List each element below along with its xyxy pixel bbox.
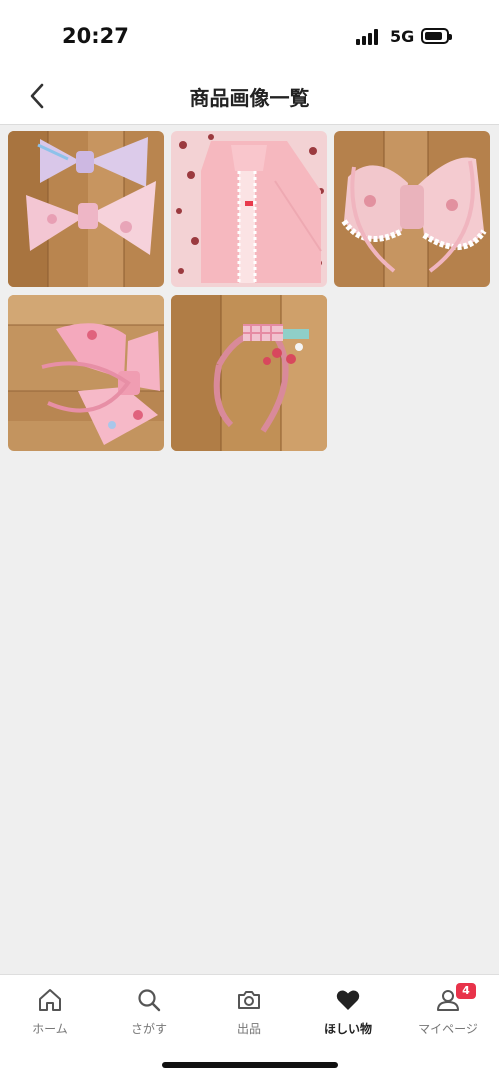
network-type: 5G	[390, 27, 415, 46]
tab-home-label: ホーム	[32, 1022, 68, 1036]
tab-search-label: さがす	[130, 1022, 167, 1036]
heart-icon	[336, 990, 360, 1010]
product-image-1[interactable]	[8, 131, 164, 287]
tab-wishlist-label: ほしい物	[323, 1022, 372, 1036]
status-bar: 20:27 5G	[0, 0, 499, 68]
camera-icon	[238, 991, 260, 1009]
product-image-5[interactable]	[171, 295, 327, 451]
tab-search[interactable]: さがす	[99, 975, 199, 1039]
tab-wishlist[interactable]: ほしい物	[298, 975, 398, 1039]
tab-mypage[interactable]: 4 マイページ	[398, 975, 498, 1039]
home-icon	[39, 989, 61, 1011]
product-image-2[interactable]	[171, 131, 327, 287]
status-time: 20:27	[62, 24, 129, 48]
page-title: 商品画像一覧	[189, 86, 310, 110]
tab-home[interactable]: ホーム	[0, 975, 100, 1039]
image-grid	[8, 131, 491, 451]
home-indicator	[162, 1062, 338, 1068]
tab-sell[interactable]: 出品	[199, 975, 299, 1039]
battery-icon	[421, 28, 452, 44]
signal-icon	[356, 29, 382, 45]
product-image-3[interactable]	[334, 131, 490, 287]
tab-mypage-label: マイページ	[418, 1022, 478, 1036]
notification-badge: 4	[456, 983, 476, 999]
navigation-bar: 商品画像一覧	[0, 68, 499, 125]
tab-sell-label: 出品	[236, 1022, 261, 1036]
search-icon	[138, 989, 161, 1012]
product-image-4[interactable]	[8, 295, 164, 451]
